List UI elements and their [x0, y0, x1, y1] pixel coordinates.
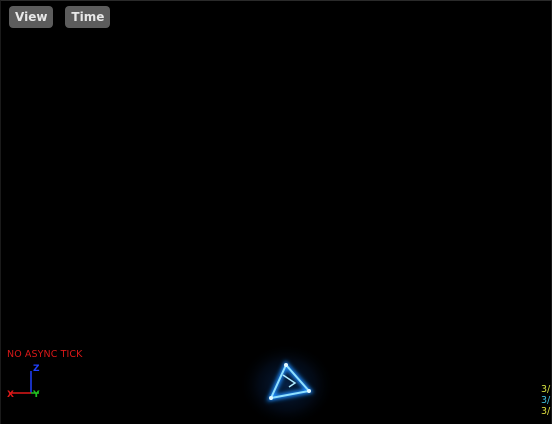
viewport-toolbar: View Time [9, 6, 111, 28]
axis-gizmo: Z Y X [5, 361, 49, 405]
stats-line-2: 3/ [541, 395, 551, 406]
no-async-tick-warning: NO ASYNC TICK [7, 349, 83, 360]
stats-line-3: 3/ [541, 406, 551, 417]
axis-label-z: Z [33, 364, 40, 374]
time-menu-button[interactable]: Time [65, 6, 111, 28]
view-menu-button[interactable]: View [9, 6, 54, 28]
stats-line-1: 3/ [541, 384, 551, 395]
particle-emitter-preview [237, 341, 337, 424]
stats-readout: 3/ 3/ 3/ [541, 384, 550, 417]
particle-preview-viewport[interactable]: View Time NO ASYNC TICK Z Y X 3/ 3/ 3/ [0, 0, 552, 424]
axis-label-x: X [7, 390, 14, 400]
axis-label-y: Y [32, 390, 40, 400]
